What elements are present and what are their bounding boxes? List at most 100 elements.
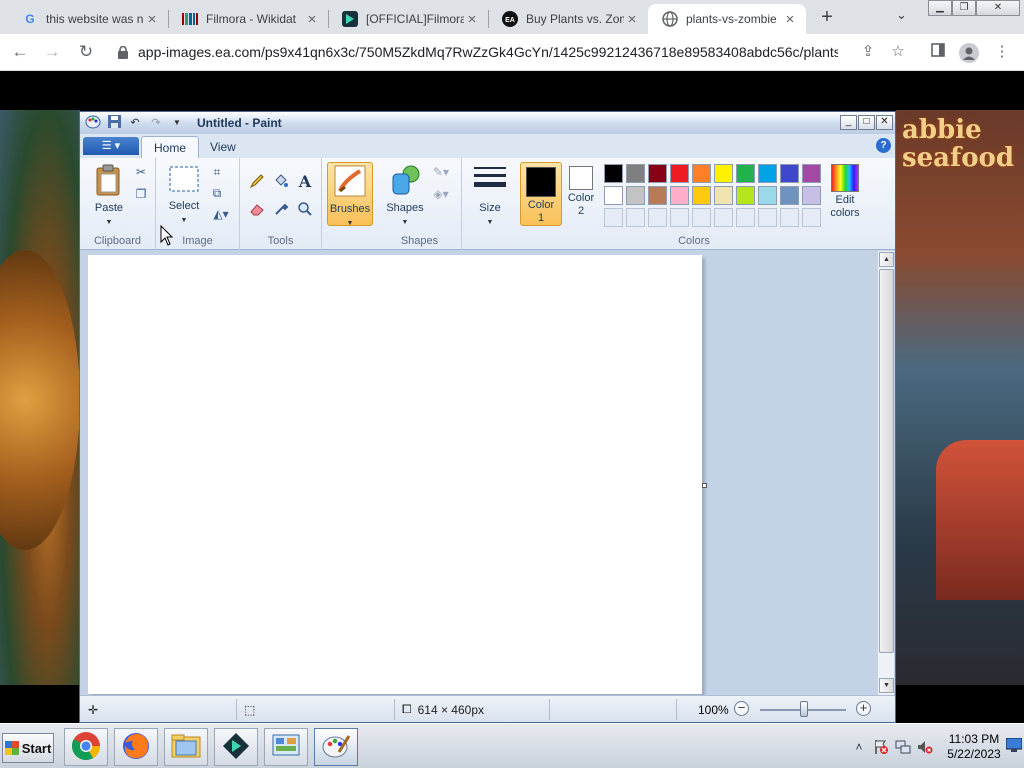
palette-swatch[interactable] [802,164,821,183]
new-tab-button[interactable]: + [817,6,837,29]
paste-dropdown-arrow-icon[interactable]: ▼ [88,216,130,229]
action-center-flag-icon[interactable] [872,738,890,756]
tab-close-icon[interactable]: × [144,11,160,28]
brushes-button[interactable]: Brushes ▼ [327,162,373,227]
lock-icon[interactable] [116,45,130,59]
reload-icon[interactable]: ↻ [74,41,98,65]
volume-muted-icon[interactable] [916,738,934,756]
help-icon[interactable]: ? [876,138,891,153]
paint-app-icon[interactable] [84,115,102,131]
taskbar-file-explorer[interactable] [164,728,208,766]
paint-close-button[interactable]: ✕ [876,115,893,130]
drawing-canvas[interactable] [88,255,702,694]
palette-swatch[interactable] [648,164,667,183]
text-tool-icon[interactable]: A [296,172,314,191]
tab-close-icon[interactable]: × [624,11,640,28]
paint-minimize-button[interactable]: _ [840,115,857,130]
taskbar-control-panel[interactable] [264,728,308,766]
scroll-down-arrow-icon[interactable]: ▼ [879,678,894,693]
custom-color-slot[interactable] [780,208,799,227]
canvas-resize-handle[interactable] [702,483,707,488]
size-dropdown-arrow-icon[interactable]: ▼ [468,216,512,229]
more-menu-icon[interactable]: ⋮ [992,43,1012,63]
side-panel-icon[interactable] [928,43,948,63]
tab-google-search[interactable]: G this website was n × [8,4,168,34]
scroll-up-arrow-icon[interactable]: ▲ [879,252,894,267]
pencil-icon[interactable] [248,172,266,190]
bookmark-star-icon[interactable]: ☆ [888,43,908,63]
palette-swatch[interactable] [736,164,755,183]
fill-icon[interactable]: ◈▾ [428,185,454,203]
palette-swatch[interactable] [736,186,755,205]
custom-color-slot[interactable] [802,208,821,227]
taskbar-paint[interactable] [314,728,358,766]
paste-button[interactable]: Paste ▼ [88,164,130,229]
show-desktop-button[interactable] [1005,737,1023,755]
tab-filmora-official[interactable]: [OFFICIAL]Filmora × [328,4,488,34]
palette-swatch[interactable] [670,164,689,183]
zoom-out-button[interactable]: − [734,701,749,716]
palette-swatch[interactable] [626,164,645,183]
customize-toolbar-chevron-icon[interactable]: ▼ [168,115,186,131]
edit-colors-button[interactable]: Edit colors [826,164,864,220]
tab-plants-vs-zombies-image[interactable]: plants-vs-zombie × [648,4,806,34]
tab-close-icon[interactable]: × [464,11,480,28]
custom-color-slot[interactable] [692,208,711,227]
taskbar-filmora[interactable] [214,728,258,766]
palette-swatch[interactable] [604,164,623,183]
custom-color-slot[interactable] [758,208,777,227]
magnifier-icon[interactable] [296,200,314,218]
color1-button[interactable]: Color 1 [520,162,562,226]
share-icon[interactable]: ⇪ [858,43,878,63]
show-hidden-icons-chevron-icon[interactable]: ˄ [850,738,868,756]
redo-icon[interactable]: ↷ [147,115,165,131]
start-button[interactable]: Start [2,733,54,763]
taskbar-clock[interactable]: 11:03 PM 5/22/2023 [936,732,1012,762]
palette-swatch[interactable] [758,164,777,183]
scrollbar-thumb[interactable] [879,269,894,653]
tab-filmora-wikidata[interactable]: Filmora - Wikidat × [168,4,328,34]
taskbar-chrome[interactable] [64,728,108,766]
custom-color-slot[interactable] [604,208,623,227]
palette-swatch[interactable] [802,186,821,205]
tab-search-chevron-icon[interactable]: ⌄ [896,7,907,23]
address-bar[interactable]: app-images.ea.com/ps9x41qn6x3c/750M5ZkdM… [106,38,916,66]
palette-swatch[interactable] [692,164,711,183]
palette-swatch[interactable] [780,186,799,205]
zoom-slider-thumb[interactable] [800,701,808,717]
select-button[interactable]: Select ▼ [162,164,206,227]
paint-maximize-button[interactable]: □ [858,115,875,130]
window-minimize-button[interactable]: ▁ [928,0,952,16]
custom-color-slot[interactable] [648,208,667,227]
network-icon[interactable] [894,738,912,756]
rotate-icon[interactable]: ◭▾ [208,205,234,223]
copy-icon[interactable]: ❐ [132,185,150,203]
tab-close-icon[interactable]: × [782,11,798,28]
custom-color-slot[interactable] [736,208,755,227]
custom-color-slot[interactable] [670,208,689,227]
window-close-button[interactable]: ✕ [976,0,1020,16]
palette-swatch[interactable] [780,164,799,183]
outline-icon[interactable]: ✎▾ [428,163,454,181]
shapes-button[interactable]: Shapes ▼ [382,164,428,229]
vertical-scrollbar[interactable]: ▲ ▼ [877,251,894,695]
palette-swatch[interactable] [714,186,733,205]
tab-home[interactable]: Home [141,136,200,158]
custom-color-slot[interactable] [714,208,733,227]
undo-icon[interactable]: ↶ [126,115,144,131]
palette-swatch[interactable] [670,186,689,205]
resize-icon[interactable]: ⧉ [208,184,226,202]
eraser-icon[interactable] [248,200,266,218]
tab-view[interactable]: View [198,136,248,158]
palette-swatch[interactable] [714,164,733,183]
size-button[interactable]: Size ▼ [468,164,512,229]
cut-icon[interactable]: ✂ [132,163,150,181]
palette-swatch[interactable] [604,186,623,205]
profile-avatar-icon[interactable] [959,43,979,63]
fill-bucket-icon[interactable] [272,172,290,190]
tab-buy-plants-vs-zombies[interactable]: EA Buy Plants vs. Zom × [488,4,648,34]
color-picker-icon[interactable] [272,200,290,218]
taskbar-firefox[interactable] [114,728,158,766]
custom-color-slot[interactable] [626,208,645,227]
palette-swatch[interactable] [692,186,711,205]
